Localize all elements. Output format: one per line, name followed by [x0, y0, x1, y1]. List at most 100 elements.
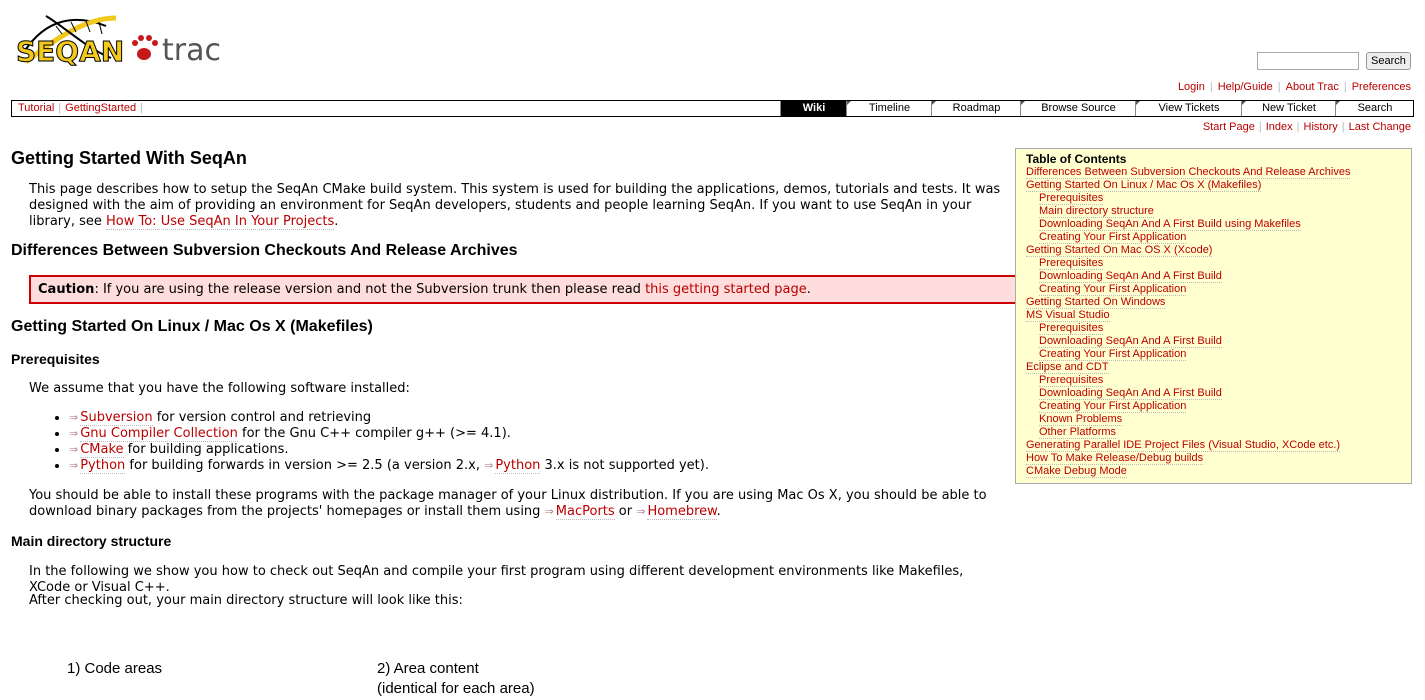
- page-title: Getting Started With SeqAn: [11, 148, 247, 168]
- meta-nav: Login | Help/Guide | About Trac | Preferences: [1177, 81, 1411, 93]
- seqan-trac-logo[interactable]: SEQAN trac: [16, 8, 228, 70]
- external-link-icon: ⇒: [69, 459, 79, 472]
- toc-item-label: Differences Between Subversion Checkouts…: [1026, 166, 1351, 179]
- heading-differences: Differences Between Subversion Checkouts…: [11, 242, 518, 259]
- toc-list: Differences Between Subversion Checkouts…: [1026, 166, 1411, 478]
- tab-view-tickets[interactable]: View Tickets: [1135, 101, 1242, 116]
- toc-item[interactable]: Creating Your First Application: [1026, 348, 1411, 361]
- diagram-label-area-content: 2) Area content: [377, 660, 479, 677]
- toc-item-label: Generating Parallel IDE Project Files (V…: [1026, 439, 1341, 452]
- login-link[interactable]: Login: [1178, 81, 1205, 93]
- toc-item[interactable]: Downloading SeqAn And A First Build: [1026, 387, 1411, 400]
- toc-item-label: Prerequisites: [1039, 192, 1104, 205]
- subversion-link[interactable]: Subversion: [80, 410, 153, 426]
- toc-item-label: Creating Your First Application: [1039, 348, 1187, 361]
- last-change-link[interactable]: Last Change: [1349, 121, 1411, 133]
- preferences-link[interactable]: Preferences: [1352, 81, 1411, 93]
- intro-paragraph: This page describes how to setup the Seq…: [29, 182, 1001, 230]
- toc-item-label: Downloading SeqAn And A First Build: [1039, 270, 1222, 283]
- toc-item[interactable]: CMake Debug Mode: [1026, 465, 1411, 478]
- index-link[interactable]: Index: [1266, 121, 1293, 133]
- cmake-link[interactable]: CMake: [80, 442, 124, 458]
- gcc-link[interactable]: Gnu Compiler Collection: [80, 426, 238, 442]
- toc-item[interactable]: Differences Between Subversion Checkouts…: [1026, 166, 1411, 179]
- toc-item[interactable]: How To Make Release/Debug builds: [1026, 452, 1411, 465]
- toc-item-label: CMake Debug Mode: [1026, 465, 1127, 478]
- toc-item[interactable]: Prerequisites: [1026, 322, 1411, 335]
- caution-label: Caution: [38, 282, 95, 297]
- toc-item[interactable]: Downloading SeqAn And A First Build: [1026, 270, 1411, 283]
- tab-new-ticket[interactable]: New Ticket: [1241, 101, 1336, 116]
- toc-item[interactable]: Creating Your First Application: [1026, 400, 1411, 413]
- toc-item[interactable]: Downloading SeqAn And A First Build: [1026, 335, 1411, 348]
- toc-item[interactable]: Eclipse and CDT: [1026, 361, 1411, 374]
- external-link-icon: ⇒: [69, 411, 79, 424]
- toc-item-label: Other Platforms: [1039, 426, 1117, 439]
- toc-item[interactable]: Other Platforms: [1026, 426, 1411, 439]
- toc-item[interactable]: Prerequisites: [1026, 192, 1411, 205]
- logo-seqan-text: SEQAN: [16, 35, 124, 68]
- python3-link[interactable]: Python: [495, 458, 541, 474]
- toc-item[interactable]: MS Visual Studio: [1026, 309, 1411, 322]
- list-item: ⇒Gnu Compiler Collection for the Gnu C++…: [69, 426, 709, 442]
- caution-box: Caution: If you are using the release ve…: [29, 275, 1019, 304]
- list-item: ⇒Subversion for version control and retr…: [69, 410, 709, 426]
- toc-item-label: How To Make Release/Debug builds: [1026, 452, 1204, 465]
- paw-icon: [132, 35, 158, 60]
- toc-item-label: Eclipse and CDT: [1026, 361, 1109, 374]
- wiki-subnav: Start Page | Index | History | Last Change: [1202, 121, 1411, 133]
- context-link-tutorial[interactable]: Tutorial: [18, 102, 54, 114]
- toc-item[interactable]: Generating Parallel IDE Project Files (V…: [1026, 439, 1411, 452]
- start-page-link[interactable]: Start Page: [1203, 121, 1255, 133]
- toc-item[interactable]: Downloading SeqAn And A First Build usin…: [1026, 218, 1411, 231]
- external-link-icon: ⇒: [544, 505, 554, 518]
- toc-item-label: Creating Your First Application: [1039, 231, 1187, 244]
- toc-item[interactable]: Creating Your First Application: [1026, 231, 1411, 244]
- list-item: ⇒CMake for building applications.: [69, 442, 709, 458]
- external-link-icon: ⇒: [69, 427, 79, 440]
- toc-item-label: Prerequisites: [1039, 322, 1104, 335]
- toc-item[interactable]: Getting Started On Linux / Mac Os X (Mak…: [1026, 179, 1411, 192]
- install-paragraph: You should be able to install these prog…: [29, 488, 987, 520]
- search-button[interactable]: Search: [1366, 52, 1411, 70]
- heading-linux-mac: Getting Started On Linux / Mac Os X (Mak…: [11, 318, 373, 335]
- context-nav: Tutorial | GettingStarted |: [18, 102, 143, 114]
- toc-item-label: Main directory structure: [1039, 205, 1154, 218]
- tab-roadmap[interactable]: Roadmap: [931, 101, 1021, 116]
- toc-item[interactable]: Creating Your First Application: [1026, 283, 1411, 296]
- history-link[interactable]: History: [1304, 121, 1338, 133]
- toc-item[interactable]: Main directory structure: [1026, 205, 1411, 218]
- toc-item-label: Creating Your First Application: [1039, 400, 1187, 413]
- toc-item-label: Prerequisites: [1039, 257, 1104, 270]
- external-link-icon: ⇒: [636, 505, 646, 518]
- logo-graphic: SEQAN trac: [16, 15, 221, 69]
- context-link-gettingstarted[interactable]: GettingStarted: [65, 102, 136, 114]
- toc-item[interactable]: Getting Started On Windows: [1026, 296, 1411, 309]
- toc-item[interactable]: Known Problems: [1026, 413, 1411, 426]
- prereq-list: ⇒Subversion for version control and retr…: [29, 410, 709, 474]
- tab-browse-source[interactable]: Browse Source: [1020, 101, 1136, 116]
- tab-wiki[interactable]: Wiki: [780, 101, 847, 116]
- toc-item-label: Getting Started On Mac OS X (Xcode): [1026, 244, 1213, 257]
- diagram-label-code-areas: 1) Code areas: [67, 660, 163, 677]
- getting-started-page-link[interactable]: this getting started page: [645, 282, 807, 297]
- homebrew-link[interactable]: Homebrew: [647, 504, 717, 520]
- help-guide-link[interactable]: Help/Guide: [1218, 81, 1273, 93]
- python-link[interactable]: Python: [80, 458, 126, 474]
- toc-item[interactable]: Prerequisites: [1026, 374, 1411, 387]
- toc-item[interactable]: Prerequisites: [1026, 257, 1411, 270]
- toc-item-label: Creating Your First Application: [1039, 283, 1187, 296]
- external-link-icon: ⇒: [69, 443, 79, 456]
- search-input[interactable]: [1257, 52, 1359, 70]
- tab-search[interactable]: Search: [1335, 101, 1414, 116]
- toc-item-label: Downloading SeqAn And A First Build: [1039, 387, 1222, 400]
- how-to-use-seqan-link[interactable]: How To: Use SeqAn In Your Projects: [106, 214, 335, 230]
- toc-item-label: MS Visual Studio: [1026, 309, 1110, 322]
- external-link-icon: ⇒: [484, 459, 494, 472]
- macports-link[interactable]: MacPorts: [555, 504, 615, 520]
- toc-item[interactable]: Getting Started On Mac OS X (Xcode): [1026, 244, 1411, 257]
- main-dir-paragraph: In the following we show you how to chec…: [29, 564, 964, 595]
- toc-item-label: Downloading SeqAn And A First Build: [1039, 335, 1222, 348]
- about-trac-link[interactable]: About Trac: [1286, 81, 1339, 93]
- tab-timeline[interactable]: Timeline: [846, 101, 932, 116]
